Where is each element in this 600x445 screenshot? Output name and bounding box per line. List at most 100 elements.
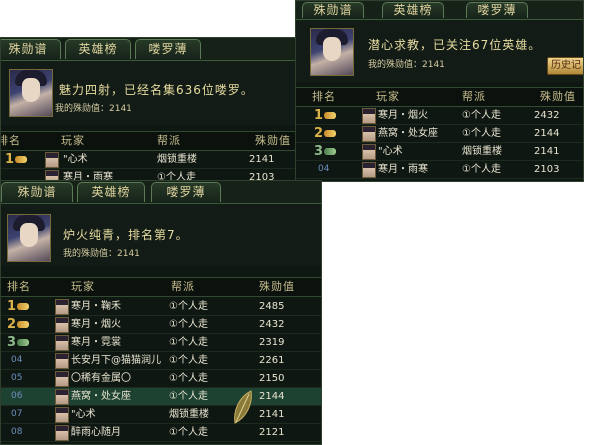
player-name[interactable]: 燕窝・处女座 [378, 125, 438, 142]
player-name[interactable]: 寒月・烟火 [71, 316, 121, 333]
player-name[interactable]: 燕窝・处女座 [71, 388, 131, 405]
player-name[interactable]: 〇稀有金属〇 [71, 370, 131, 387]
player-name[interactable]: "心术 [63, 151, 88, 168]
tab-lolo[interactable]: 喽罗薄 [466, 2, 528, 18]
table-row[interactable]: 3 "心术 烟锁重楼 2141 [296, 143, 583, 161]
panel-lolo-book: 殊勋谱 英雄榜 喽罗薄 魅力四射，已经名集636位喽罗。 我的殊勋值：2141 … [0, 37, 302, 182]
merit-value: 2261 [259, 355, 285, 366]
col-player[interactable]: 玩家 [71, 278, 95, 296]
col-rank[interactable]: 排名 [1, 132, 21, 150]
guild-name: ①个人走 [169, 427, 208, 438]
player-name[interactable]: "心术 [71, 406, 96, 423]
merit-value: 2141 [249, 154, 275, 165]
tab-heroes[interactable]: 英雄榜 [65, 39, 131, 59]
table-row[interactable]: 3 寒月・霓裳 ①个人走 2319 [1, 334, 321, 352]
table-row[interactable]: 08 醉雨心随月 ①个人走 2121 [1, 424, 321, 442]
table-row[interactable]: 05 〇稀有金属〇 ①个人走 2150 [1, 370, 321, 388]
player-portrait-icon [55, 389, 69, 405]
guild-name: 烟锁重楼 [169, 409, 209, 420]
col-value[interactable]: 殊勋值 [259, 278, 295, 296]
gold-medal-icon: 1 [5, 151, 28, 168]
col-value[interactable]: 殊勋值 [255, 132, 291, 150]
player-name[interactable]: "心术 [378, 143, 403, 160]
rank-number: 07 [11, 409, 23, 419]
table-row-selected[interactable]: 06 燕窝・处女座 ①个人走 2144 [1, 388, 321, 406]
history-button[interactable]: 历史记 [547, 57, 583, 75]
tab-merit[interactable]: 殊勋谱 [1, 39, 61, 59]
table-row[interactable]: 1 寒月・鞠禾 ①个人走 2485 [1, 298, 321, 316]
player-name[interactable]: 寒月・雨寒 [378, 161, 428, 178]
col-player[interactable]: 玩家 [376, 88, 400, 106]
silver-medal-icon: 2 [314, 125, 337, 142]
my-merit-value: 我的殊勋值：2141 [63, 249, 140, 259]
player-portrait-icon [55, 407, 69, 423]
merit-value: 2141 [534, 146, 560, 157]
guild-name: ①个人走 [169, 337, 208, 348]
tab-lolo[interactable]: 喽罗薄 [135, 39, 201, 59]
merit-value: 2432 [259, 319, 285, 330]
col-rank[interactable]: 排名 [7, 278, 31, 296]
hero-section: 潜心求教，已关注67位英雄。 我的殊勋值：2141 历史记 [296, 20, 583, 82]
table-header: 排名 玩家 帮派 殊勋值 [296, 87, 583, 107]
col-rank[interactable]: 排名 [312, 88, 336, 106]
player-portrait-icon [362, 126, 376, 142]
player-portrait-icon [45, 152, 59, 168]
hero-section: 炉火纯青，排名第7。 我的殊勋值：2141 [1, 204, 321, 266]
guild-name: ①个人走 [169, 373, 208, 384]
table-header: 排名 玩家 帮派 殊勋值 [1, 131, 301, 151]
table-row[interactable]: 1 寒月・烟火 ①个人走 2432 [296, 107, 583, 125]
col-player[interactable]: 玩家 [61, 132, 85, 150]
guild-name: ①个人走 [169, 319, 208, 330]
guild-name: ①个人走 [169, 355, 208, 366]
hero-section: 魅力四射，已经名集636位喽罗。 我的殊勋值：2141 [1, 61, 301, 125]
rank-number: 04 [318, 164, 330, 174]
table-row[interactable]: 1 "心术 烟锁重楼 2141 [1, 151, 301, 169]
tab-merit[interactable]: 殊勋谱 [302, 2, 364, 18]
player-name[interactable]: 长安月下@猫猫润儿 [71, 352, 161, 369]
guild-name: ①个人走 [169, 391, 208, 402]
table-row[interactable]: 2 燕窝・处女座 ①个人走 2144 [296, 125, 583, 143]
rank-number: 05 [11, 373, 23, 383]
tab-bar: 殊勋谱 英雄榜 喽罗薄 [1, 38, 301, 61]
tab-heroes[interactable]: 英雄榜 [382, 2, 444, 18]
table-row[interactable]: 2 寒月・烟火 ①个人走 2432 [1, 316, 321, 334]
guild-name: ①个人走 [169, 301, 208, 312]
rank-number: 04 [11, 355, 23, 365]
player-portrait-icon [55, 317, 69, 333]
col-guild[interactable]: 帮派 [157, 132, 181, 150]
guild-name: 烟锁重楼 [462, 146, 502, 157]
player-name[interactable]: 寒月・烟火 [378, 107, 428, 124]
player-portrait-icon [55, 371, 69, 387]
status-message: 魅力四射，已经名集636位喽罗。 [59, 83, 254, 97]
merit-value: 2121 [259, 427, 285, 438]
guild-name: ①个人走 [462, 164, 501, 175]
panel-merit-list: 殊勋谱 英雄榜 喽罗薄 炉火纯青，排名第7。 我的殊勋值：2141 排名 玩家 … [0, 180, 322, 445]
col-guild[interactable]: 帮派 [462, 88, 486, 106]
merit-value: 2485 [259, 301, 285, 312]
player-name[interactable]: 醉雨心随月 [71, 424, 121, 441]
player-portrait-icon [55, 353, 69, 369]
merit-value: 2103 [534, 164, 560, 175]
my-merit-value: 我的殊勋值：2141 [368, 60, 445, 70]
merit-value: 2319 [259, 337, 285, 348]
silver-medal-icon: 2 [7, 316, 30, 333]
merit-value: 2432 [534, 110, 560, 121]
portrait-icon [310, 28, 354, 76]
tab-heroes[interactable]: 英雄榜 [77, 182, 145, 202]
player-portrait-icon [362, 144, 376, 160]
col-guild[interactable]: 帮派 [171, 278, 195, 296]
col-value[interactable]: 殊勋值 [540, 88, 576, 106]
tab-merit[interactable]: 殊勋谱 [1, 182, 73, 202]
table-row[interactable]: 04 长安月下@猫猫润儿 ①个人走 2261 [1, 352, 321, 370]
table-header: 排名 玩家 帮派 殊勋值 [1, 277, 321, 297]
player-name[interactable]: 寒月・鞠禾 [71, 298, 121, 315]
bronze-medal-icon: 3 [314, 143, 337, 160]
player-name[interactable]: 寒月・霓裳 [71, 334, 121, 351]
table-row[interactable]: 04 寒月・雨寒 ①个人走 2103 [296, 161, 583, 179]
merit-value: 2144 [259, 391, 285, 402]
table-row[interactable]: 07 "心术 烟锁重楼 2141 [1, 406, 321, 424]
tab-bar: 殊勋谱 英雄榜 喽罗薄 [296, 1, 583, 20]
merit-value: 2144 [534, 128, 560, 139]
tab-lolo[interactable]: 喽罗薄 [151, 182, 221, 202]
guild-name: ①个人走 [462, 110, 501, 121]
